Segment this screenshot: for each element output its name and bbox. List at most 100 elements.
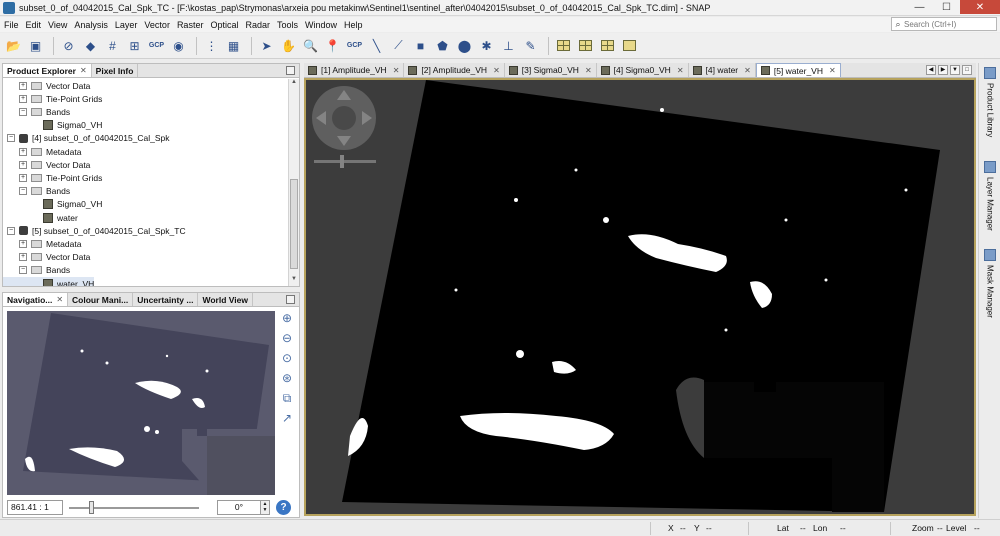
close-icon[interactable]: ✕ bbox=[56, 295, 63, 304]
collapse-icon[interactable]: − bbox=[7, 134, 15, 143]
pencil-icon[interactable]: ✎ bbox=[521, 36, 540, 55]
gcp-manager-icon[interactable]: GCP bbox=[147, 36, 166, 55]
maximize-view-icon[interactable]: □ bbox=[962, 65, 972, 75]
scale-field[interactable]: 861.41 : 1 bbox=[7, 499, 63, 515]
image-view-tab[interactable]: [2] Amplitude_VH ✕ bbox=[404, 63, 505, 77]
product-library-tab[interactable]: Product Library bbox=[981, 67, 999, 137]
range-finder-icon[interactable]: ⊥ bbox=[499, 36, 518, 55]
tree-folder-node[interactable]: + Tie-Point Grids bbox=[3, 92, 102, 105]
tab-navigation[interactable]: Navigatio... ✕ bbox=[3, 293, 69, 306]
tab-world-view[interactable]: World View bbox=[198, 293, 253, 306]
scroll-up-icon[interactable]: ▲ bbox=[289, 79, 299, 89]
layer-manager-tab[interactable]: Layer Manager bbox=[981, 161, 999, 231]
expand-icon[interactable]: + bbox=[19, 173, 27, 182]
tree-folder-node[interactable]: + Metadata bbox=[3, 237, 81, 250]
pin-manager-icon[interactable]: ⊞ bbox=[125, 36, 144, 55]
expand-icon[interactable]: + bbox=[19, 147, 27, 156]
maximize-button[interactable]: ☐ bbox=[933, 0, 960, 14]
collapse-icon[interactable]: − bbox=[19, 187, 27, 196]
graph-builder-icon[interactable]: ⋮ bbox=[202, 36, 221, 55]
menu-optical[interactable]: Optical bbox=[206, 20, 241, 30]
sync-cursor-icon[interactable]: ↗ bbox=[279, 411, 295, 427]
product-tree[interactable]: + Vector Data + Tie-Point Grids − Bands Sigma0… bbox=[3, 79, 288, 286]
collapse-icon[interactable]: − bbox=[19, 107, 27, 116]
minimize-button[interactable]: — bbox=[906, 0, 933, 14]
menu-radar[interactable]: Radar bbox=[241, 20, 273, 30]
open-product-icon[interactable]: 📂 bbox=[4, 36, 23, 55]
menu-view[interactable]: View bbox=[44, 20, 70, 30]
collapse-icon[interactable]: − bbox=[7, 226, 15, 235]
close-icon[interactable]: ✕ bbox=[829, 66, 836, 75]
tree-folder-node[interactable]: + Tie-Point Grids bbox=[3, 171, 102, 184]
scrollbar-thumb[interactable] bbox=[290, 179, 298, 269]
graticule-icon[interactable]: # bbox=[103, 36, 122, 55]
expand-icon[interactable]: + bbox=[19, 239, 27, 248]
close-icon[interactable]: ✕ bbox=[744, 66, 751, 75]
menu-raster[interactable]: Raster bbox=[173, 20, 207, 30]
polygon-draw-icon[interactable]: ⬟ bbox=[433, 36, 452, 55]
close-icon[interactable]: ✕ bbox=[393, 66, 400, 75]
pin-placing-icon[interactable]: 📍 bbox=[323, 36, 342, 55]
tree-band-node[interactable]: Sigma0_VH bbox=[3, 119, 102, 132]
navigation-overview-image[interactable] bbox=[7, 311, 275, 495]
image-view-tab[interactable]: [3] Sigma0_VH ✕ bbox=[505, 63, 597, 77]
line-draw-icon[interactable]: ╲ bbox=[367, 36, 386, 55]
menu-edit[interactable]: Edit bbox=[22, 20, 45, 30]
menu-help[interactable]: Help bbox=[340, 20, 366, 30]
tab-scroll-right-icon[interactable]: ▶ bbox=[938, 65, 948, 75]
expand-icon[interactable]: + bbox=[19, 81, 27, 90]
close-icon[interactable]: ✕ bbox=[493, 66, 500, 75]
zoom-in-icon[interactable]: ⊕ bbox=[279, 311, 295, 327]
tree-product-node[interactable]: − [4] subset_0_of_04042015_Cal_Spk bbox=[3, 132, 170, 145]
menu-analysis[interactable]: Analysis bbox=[70, 20, 111, 30]
tile-evenly-icon[interactable] bbox=[598, 36, 617, 55]
save-product-icon[interactable]: ▣ bbox=[26, 36, 45, 55]
tab-scroll-left-icon[interactable]: ◀ bbox=[926, 65, 936, 75]
scroll-down-icon[interactable]: ▼ bbox=[289, 276, 299, 286]
ellipse-draw-icon[interactable]: ⬤ bbox=[455, 36, 474, 55]
zoom-pixel-icon[interactable]: ⊙ bbox=[279, 351, 295, 367]
tree-band-node[interactable]: water_VH bbox=[3, 277, 95, 286]
tile-single-icon[interactable] bbox=[620, 36, 639, 55]
tree-folder-node[interactable]: + Vector Data bbox=[3, 79, 90, 92]
image-view-tab[interactable]: [4] water ✕ bbox=[689, 63, 756, 77]
magic-wand-icon[interactable]: ✱ bbox=[477, 36, 496, 55]
expand-icon[interactable]: + bbox=[19, 253, 27, 262]
zoom-all-icon[interactable]: ⊛ bbox=[279, 371, 295, 387]
tab-list-icon[interactable]: ▼ bbox=[950, 65, 960, 75]
polyline-draw-icon[interactable]: ⟋ bbox=[389, 36, 408, 55]
menu-file[interactable]: File bbox=[0, 20, 22, 30]
minimize-panel-button[interactable] bbox=[286, 66, 295, 75]
collapse-icon[interactable]: − bbox=[19, 266, 27, 275]
tile-vertical-icon[interactable] bbox=[576, 36, 595, 55]
menu-layer[interactable]: Layer bbox=[111, 20, 141, 30]
tree-band-node[interactable]: water bbox=[3, 211, 78, 224]
world-map-icon[interactable]: ◉ bbox=[169, 36, 188, 55]
image-view[interactable] bbox=[304, 78, 976, 516]
tab-product-explorer[interactable]: Product Explorer ✕ bbox=[3, 64, 92, 77]
batch-processing-icon[interactable]: ▦ bbox=[224, 36, 243, 55]
image-view-tab[interactable]: [4] Sigma0_VH ✕ bbox=[597, 63, 689, 77]
pan-tool-icon[interactable]: ✋ bbox=[279, 36, 298, 55]
close-button[interactable]: ✕ bbox=[960, 0, 1000, 14]
band-maths-icon[interactable]: ⊘ bbox=[59, 36, 78, 55]
tree-product-node[interactable]: − [5] subset_0_of_04042015_Cal_Spk_TC bbox=[3, 224, 186, 237]
tab-uncertainty[interactable]: Uncertainty ... bbox=[133, 293, 199, 306]
select-tool-icon[interactable]: ➤ bbox=[257, 36, 276, 55]
close-icon[interactable]: ✕ bbox=[585, 66, 592, 75]
tab-pixel-info[interactable]: Pixel Info bbox=[92, 64, 139, 77]
tree-folder-node[interactable]: − Bands bbox=[3, 105, 70, 118]
image-view-tab[interactable]: [1] Amplitude_VH ✕ bbox=[304, 63, 405, 77]
search-input[interactable]: ⌕ Search (Ctrl+I) bbox=[891, 17, 997, 31]
mask-manager-tab[interactable]: Mask Manager bbox=[981, 249, 999, 318]
zoom-out-icon[interactable]: ⊖ bbox=[279, 331, 295, 347]
help-icon[interactable]: ? bbox=[276, 499, 291, 515]
menu-tools[interactable]: Tools bbox=[273, 20, 301, 30]
tree-folder-node[interactable]: + Vector Data bbox=[3, 251, 90, 264]
slider-knob[interactable] bbox=[89, 500, 94, 514]
gcp-placing-icon[interactable]: GCP bbox=[345, 36, 364, 55]
expand-icon[interactable]: + bbox=[19, 160, 27, 169]
zoom-slider[interactable] bbox=[69, 500, 199, 515]
rectangle-draw-icon[interactable]: ■ bbox=[411, 36, 430, 55]
tree-band-node[interactable]: Sigma0_VH bbox=[3, 198, 102, 211]
